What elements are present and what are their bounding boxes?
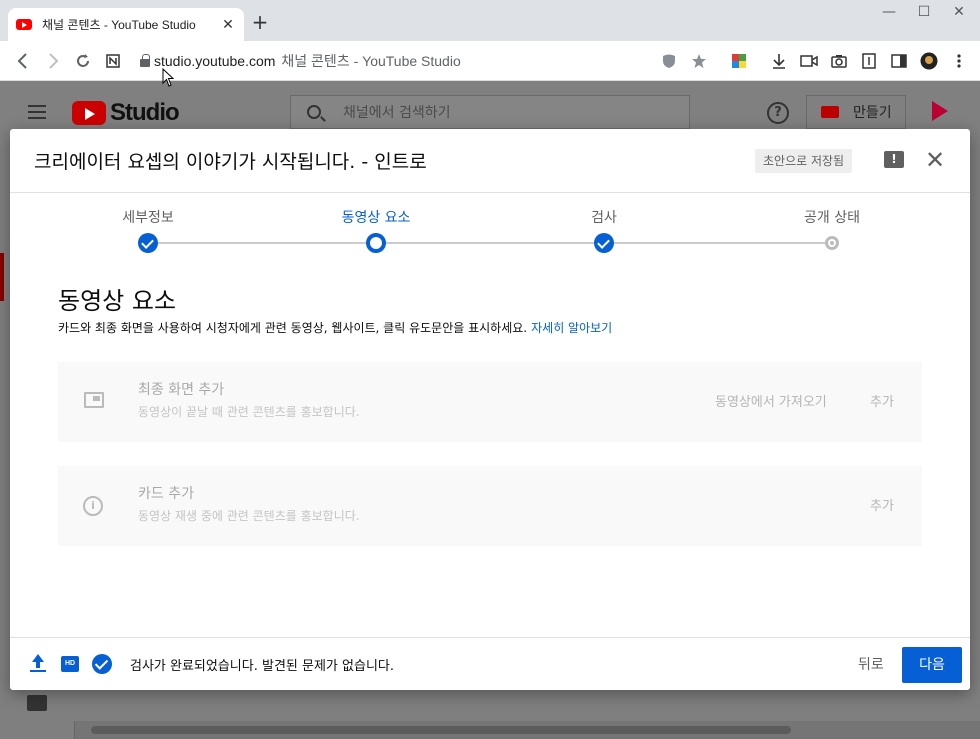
youtube-play-icon bbox=[72, 101, 106, 125]
help-icon[interactable]: ? bbox=[767, 102, 789, 124]
download-icon[interactable] bbox=[766, 48, 792, 74]
extension-n-icon[interactable] bbox=[98, 46, 128, 76]
tab-close-icon[interactable]: ✕ bbox=[220, 17, 236, 33]
star-icon[interactable] bbox=[686, 48, 712, 74]
window-close-button[interactable]: ✕ bbox=[949, 4, 969, 20]
end-screen-card: 최종 화면 추가 동영상이 끝날 때 관련 콘텐츠를 홍보합니다. 동영상에서 … bbox=[58, 362, 922, 442]
create-label: 만들기 bbox=[853, 105, 892, 121]
studio-logo-text: Studio bbox=[110, 99, 180, 126]
info-icon: i bbox=[83, 496, 103, 516]
checks-complete-icon[interactable] bbox=[92, 654, 112, 674]
send-feedback-icon[interactable] bbox=[27, 695, 47, 711]
cards-title: 카드 추가 bbox=[138, 486, 194, 502]
channel-search-input[interactable]: 채널에서 검색하기 bbox=[290, 95, 690, 129]
url-field[interactable]: studio.youtube.com 채널 콘텐츠 - YouTube Studi… bbox=[154, 51, 461, 71]
step-details-check-icon[interactable] bbox=[138, 233, 158, 253]
reader-icon[interactable] bbox=[856, 48, 882, 74]
back-button[interactable]: 뒤로 bbox=[846, 650, 896, 680]
maximize-button[interactable]: ☐ bbox=[914, 4, 934, 20]
step-checks-label[interactable]: 검사 bbox=[591, 207, 617, 227]
sidebar-icon[interactable] bbox=[886, 48, 912, 74]
step-checks-check-icon[interactable] bbox=[594, 233, 614, 253]
step-connector bbox=[386, 242, 604, 244]
end-screen-icon bbox=[84, 392, 104, 408]
color-picker-icon[interactable] bbox=[726, 48, 752, 74]
browser-tab-bar: 채널 콘텐츠 - YouTube Studio ✕ + — ☐ ✕ bbox=[0, 0, 980, 41]
step-connector bbox=[614, 242, 832, 244]
minimize-button[interactable]: — bbox=[879, 4, 899, 20]
end-screen-title: 최종 화면 추가 bbox=[138, 382, 225, 398]
toolbar-icons bbox=[656, 41, 972, 81]
search-placeholder: 채널에서 검색하기 bbox=[343, 105, 451, 121]
url-page-title: 채널 콘텐츠 - YouTube Studio bbox=[281, 52, 461, 69]
camera-icon[interactable] bbox=[826, 48, 852, 74]
video-icon[interactable] bbox=[796, 48, 822, 74]
step-visibility-label[interactable]: 공개 상태 bbox=[804, 207, 860, 227]
new-tab-button[interactable]: + bbox=[250, 12, 270, 32]
upload-icon[interactable] bbox=[30, 654, 46, 674]
checks-status-text: 검사가 완료되었습니다. 발견된 문제가 없습니다. bbox=[130, 659, 394, 674]
dialog-close-button[interactable]: ✕ bbox=[924, 147, 946, 173]
address-bar: studio.youtube.com 채널 콘텐츠 - YouTube Studi… bbox=[0, 41, 980, 81]
scrollbar-thumb[interactable] bbox=[91, 726, 791, 734]
section-description: 카드와 최종 화면을 사용하여 시청자에게 관련 동영상, 웹사이트, 클릭 유… bbox=[58, 321, 613, 335]
video-camera-icon bbox=[821, 106, 839, 118]
reload-icon[interactable] bbox=[68, 46, 98, 76]
add-end-screen-button[interactable]: 추가 bbox=[870, 391, 894, 410]
search-icon bbox=[307, 105, 321, 119]
hamburger-menu-icon[interactable] bbox=[28, 105, 46, 119]
step-visibility-pending-icon[interactable] bbox=[825, 236, 839, 250]
feedback-icon[interactable]: ! bbox=[884, 151, 904, 168]
lock-icon[interactable] bbox=[140, 53, 150, 67]
step-video-elements-current-icon[interactable] bbox=[366, 233, 386, 253]
channel-avatar[interactable] bbox=[928, 99, 952, 123]
horizontal-scrollbar[interactable] bbox=[74, 721, 980, 739]
end-screen-subtitle: 동영상이 끝날 때 관련 콘텐츠를 홍보합니다. bbox=[138, 405, 360, 419]
step-connector bbox=[158, 242, 366, 244]
forward-arrow-icon[interactable] bbox=[38, 46, 68, 76]
dialog-footer: HD 검사가 완료되었습니다. 발견된 문제가 없습니다. 뒤로 다음 bbox=[10, 637, 970, 690]
more-menu-icon[interactable] bbox=[946, 48, 972, 74]
cards-card: i 카드 추가 동영상 재생 중에 관련 콘텐츠를 홍보합니다. 추가 bbox=[58, 466, 922, 546]
upload-dialog: 크리에이터 요셉의 이야기가 시작됩니다. - 인트로 초안으로 저장됨 ! ✕… bbox=[10, 129, 970, 690]
studio-logo[interactable]: Studio bbox=[72, 99, 180, 127]
tab-title: 채널 콘텐츠 - YouTube Studio bbox=[42, 18, 196, 32]
cards-subtitle: 동영상 재생 중에 관련 콘텐츠를 홍보합니다. bbox=[138, 509, 360, 523]
back-arrow-icon[interactable] bbox=[8, 46, 38, 76]
step-video-elements-label[interactable]: 동영상 요소 bbox=[342, 207, 411, 227]
browser-tab[interactable]: 채널 콘텐츠 - YouTube Studio ✕ bbox=[8, 8, 244, 41]
section-heading: 동영상 요소 bbox=[58, 287, 177, 315]
dialog-title: 크리에이터 요셉의 이야기가 시작됩니다. - 인트로 bbox=[34, 151, 427, 173]
add-card-button[interactable]: 추가 bbox=[870, 495, 894, 514]
create-button[interactable]: 만들기 bbox=[806, 95, 906, 129]
youtube-favicon-icon bbox=[16, 19, 32, 30]
import-from-video-button[interactable]: 동영상에서 가져오기 bbox=[715, 391, 827, 410]
draft-saved-badge: 초안으로 저장됨 bbox=[755, 149, 853, 173]
dialog-header: 크리에이터 요셉의 이야기가 시작됩니다. - 인트로 초안으로 저장됨 ! ✕ bbox=[10, 129, 970, 193]
profile-avatar[interactable] bbox=[916, 48, 942, 74]
step-details-label[interactable]: 세부정보 bbox=[122, 207, 174, 227]
nav-active-indicator bbox=[0, 253, 4, 301]
shield-icon[interactable] bbox=[656, 48, 682, 74]
learn-more-link[interactable]: 자세히 알아보기 bbox=[531, 321, 612, 335]
next-button[interactable]: 다음 bbox=[902, 647, 962, 683]
hd-icon[interactable]: HD bbox=[61, 656, 79, 672]
